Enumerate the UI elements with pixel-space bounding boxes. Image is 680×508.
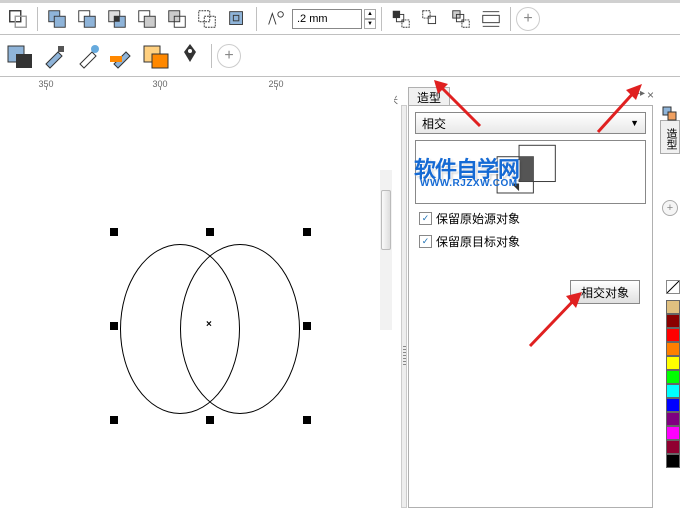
spinner-up-icon[interactable]: ▲ xyxy=(364,9,376,19)
color-swatch[interactable] xyxy=(666,412,680,426)
ellipse-right[interactable] xyxy=(180,244,300,414)
checkbox-keep-target[interactable]: ✓ xyxy=(419,235,432,248)
color-swatch[interactable] xyxy=(666,454,680,468)
add-icon[interactable]: + xyxy=(516,7,540,31)
weld-icon[interactable] xyxy=(43,5,71,33)
color-swatch[interactable] xyxy=(666,342,680,356)
pen-nib-icon[interactable] xyxy=(174,38,206,74)
simplify-icon[interactable] xyxy=(133,5,161,33)
color-palette xyxy=(666,280,680,298)
checkbox-keep-source-label: 保留原始源对象 xyxy=(436,210,520,227)
eyedropper2-icon[interactable] xyxy=(72,38,104,74)
color-tool2-icon[interactable] xyxy=(106,38,138,74)
stroke-width-input[interactable]: .2 mm xyxy=(292,9,362,29)
handle-bm[interactable] xyxy=(206,416,214,424)
intersect-action-button[interactable]: 相交对象 xyxy=(570,280,640,304)
intersect-icon[interactable] xyxy=(103,5,131,33)
vertical-scrollbar[interactable] xyxy=(380,170,392,330)
color-palette-colors xyxy=(666,300,680,468)
splitter-grip-icon xyxy=(403,346,406,366)
color-swatch[interactable] xyxy=(666,356,680,370)
handle-br[interactable] xyxy=(303,416,311,424)
panel-window-controls: ▸▸ × xyxy=(635,88,654,102)
checkbox-keep-source[interactable]: ✓ xyxy=(419,212,432,225)
front-minus-back-icon[interactable] xyxy=(4,5,32,33)
side-tab-icon[interactable] xyxy=(662,106,678,122)
align-group1-icon[interactable] xyxy=(387,5,415,33)
color-swatch[interactable] xyxy=(666,398,680,412)
handle-bl[interactable] xyxy=(110,416,118,424)
color-swatch[interactable] xyxy=(666,314,680,328)
panel-tab-shaping[interactable]: 造型 xyxy=(408,87,450,107)
color-swatch[interactable] xyxy=(666,384,680,398)
color-swatch[interactable] xyxy=(666,370,680,384)
align-group2-icon[interactable] xyxy=(417,5,445,33)
color-tool3-icon[interactable] xyxy=(140,38,172,74)
panel-arrow-icon[interactable]: ▸▸ xyxy=(635,88,645,102)
color-swatch-none[interactable] xyxy=(666,280,680,294)
operation-dropdown[interactable]: 相交 ▼ xyxy=(415,112,646,134)
outline-pen-icon[interactable] xyxy=(262,5,290,33)
panel-close-icon[interactable]: × xyxy=(647,88,654,102)
create-boundary-icon[interactable] xyxy=(223,5,251,33)
color-swatch[interactable] xyxy=(666,426,680,440)
handle-ml[interactable] xyxy=(110,322,118,330)
ruler-tick-300: 300 xyxy=(152,79,167,89)
color-swatch[interactable] xyxy=(666,328,680,342)
checkbox-keep-target-row[interactable]: ✓ 保留原目标对象 xyxy=(419,233,642,250)
handle-tm[interactable] xyxy=(206,228,214,236)
toolbar-color: + xyxy=(0,35,680,77)
scrollbar-thumb[interactable] xyxy=(381,190,391,250)
color-swatch[interactable] xyxy=(666,300,680,314)
ruler-tick-250: 250 xyxy=(268,79,283,89)
eyedropper1-icon[interactable] xyxy=(38,38,70,74)
dropdown-selected: 相交 xyxy=(422,115,446,132)
chevron-down-icon: ▼ xyxy=(630,118,639,128)
preview-box xyxy=(415,140,646,204)
trim-icon[interactable] xyxy=(73,5,101,33)
add2-icon[interactable]: + xyxy=(217,44,241,68)
side-tab-shaping[interactable]: 造型 xyxy=(660,120,680,154)
checkbox-keep-source-row[interactable]: ✓ 保留原始源对象 xyxy=(419,210,642,227)
handle-mr[interactable] xyxy=(303,322,311,330)
color-tool1-icon[interactable] xyxy=(4,38,36,74)
checkbox-keep-target-label: 保留原目标对象 xyxy=(436,233,520,250)
toolbar-shaping: .2 mm ▲ ▼ + xyxy=(0,3,680,35)
ruler-tick-350: 350 xyxy=(38,79,53,89)
handle-tr[interactable] xyxy=(303,228,311,236)
panel-splitter[interactable] xyxy=(401,105,407,508)
boundary-icon[interactable] xyxy=(193,5,221,33)
side-add-icon[interactable]: + xyxy=(662,200,678,216)
back-minus-front-icon[interactable] xyxy=(163,5,191,33)
align-group3-icon[interactable] xyxy=(447,5,475,33)
spinner-down-icon[interactable]: ▼ xyxy=(364,19,376,29)
canvas-area[interactable]: × xyxy=(0,90,394,508)
shaping-panel: 相交 ▼ ✓ 保留原始源对象 ✓ 保留原目标对象 相交对象 xyxy=(408,105,653,508)
panel-tabs: 造型 xyxy=(408,88,450,106)
handle-tl[interactable] xyxy=(110,228,118,236)
color-swatch[interactable] xyxy=(666,440,680,454)
stroke-width-spinner[interactable]: ▲ ▼ xyxy=(364,9,376,29)
align-group4-icon[interactable] xyxy=(477,5,505,33)
stroke-width-value: .2 mm xyxy=(297,13,328,25)
